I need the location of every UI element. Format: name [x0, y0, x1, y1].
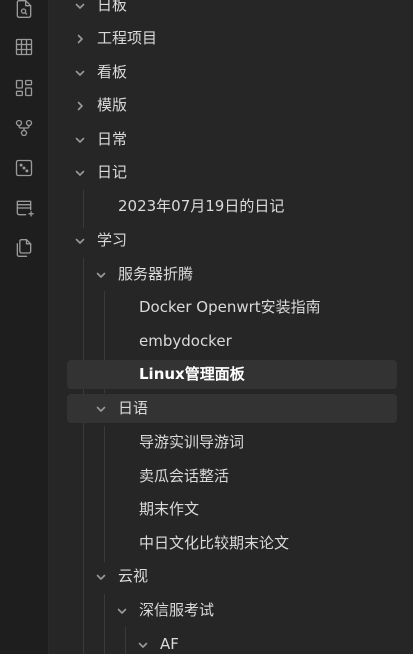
tree-file-label: 中日文化比较期末论文	[139, 534, 290, 552]
tree-file[interactable]: 卖瓜会话整活	[67, 462, 397, 491]
tree-folder[interactable]: 云视	[67, 562, 397, 591]
obsidian-window: 日板 工程项目 看板 模版 日常 日记 2023年07月19日的日记 学习 服务…	[0, 0, 413, 654]
tree-file-label: 期末作文	[139, 500, 200, 518]
tree-folder[interactable]: 模版	[67, 91, 397, 120]
tree-folder[interactable]: 深信服考试	[67, 596, 397, 625]
chevron-down-icon	[72, 0, 88, 20]
tree-folder-label: 看板	[97, 63, 128, 81]
git-fork-icon[interactable]	[12, 116, 36, 140]
tree-folder[interactable]: 日常	[67, 125, 397, 154]
tree-file-label: 导游实训导游词	[139, 433, 245, 451]
tree-folder[interactable]: AF	[67, 630, 397, 654]
tree-folder-label: 模版	[97, 96, 128, 114]
tree-folder[interactable]: 日语	[67, 394, 397, 423]
tree-folder[interactable]: 日板	[67, 0, 397, 20]
dashboard-icon[interactable]	[12, 76, 36, 100]
tree-file[interactable]: 2023年07月19日的日记	[67, 192, 397, 221]
file-search-icon[interactable]	[12, 0, 36, 21]
chevron-down-icon	[93, 562, 109, 591]
chevron-down-icon	[93, 394, 109, 423]
tree-folder[interactable]: 工程项目	[67, 24, 397, 53]
chevron-right-icon	[72, 24, 88, 53]
tree-folder-label: AF	[160, 635, 179, 653]
tree-file-label: 2023年07月19日的日记	[118, 197, 285, 215]
dice-icon[interactable]	[12, 156, 36, 180]
tree-folder-label: 日语	[118, 399, 149, 417]
chevron-down-icon	[72, 158, 88, 187]
new-canvas-icon[interactable]	[12, 196, 36, 220]
chevron-right-icon	[72, 91, 88, 120]
tree-folder[interactable]: 看板	[67, 58, 397, 87]
tree-folder-label: 深信服考试	[139, 601, 215, 619]
tree-file[interactable]: Docker Openwrt安装指南	[67, 293, 397, 322]
tree-folder[interactable]: 服务器折腾	[67, 260, 397, 289]
tree-file-active[interactable]: Linux管理面板	[67, 360, 397, 389]
chevron-down-icon	[114, 596, 130, 625]
tree-folder-label: 云视	[118, 567, 149, 585]
tree-file-label: embydocker	[139, 332, 232, 350]
tree-folder-label: 日记	[97, 163, 128, 181]
chevron-down-icon	[72, 58, 88, 87]
chevron-down-icon	[135, 630, 151, 654]
tree-file-label: Linux管理面板	[139, 365, 245, 383]
chevron-down-icon	[93, 260, 109, 289]
chevron-down-icon	[72, 226, 88, 255]
tree-folder-label: 服务器折腾	[118, 265, 194, 283]
tree-file[interactable]: 中日文化比较期末论文	[67, 529, 397, 558]
table-icon[interactable]	[12, 35, 36, 59]
tree-file[interactable]: 期末作文	[67, 495, 397, 524]
tree-folder[interactable]: 日记	[67, 158, 397, 187]
tree-folder-label: 日板	[97, 0, 128, 14]
tree-file-label: 卖瓜会话整活	[139, 467, 230, 485]
tree-file-label: Docker Openwrt安装指南	[139, 298, 321, 316]
copy-files-icon[interactable]	[12, 236, 36, 260]
ribbon	[0, 0, 49, 654]
tree-folder-label: 日常	[97, 130, 128, 148]
file-explorer: 日板 工程项目 看板 模版 日常 日记 2023年07月19日的日记 学习 服务…	[49, 0, 413, 654]
tree-folder-label: 工程项目	[97, 29, 158, 47]
tree-folder-label: 学习	[97, 231, 128, 249]
tree-folder[interactable]: 学习	[67, 226, 397, 255]
tree-file[interactable]: embydocker	[67, 327, 397, 356]
tree-file[interactable]: 导游实训导游词	[67, 428, 397, 457]
chevron-down-icon	[72, 125, 88, 154]
